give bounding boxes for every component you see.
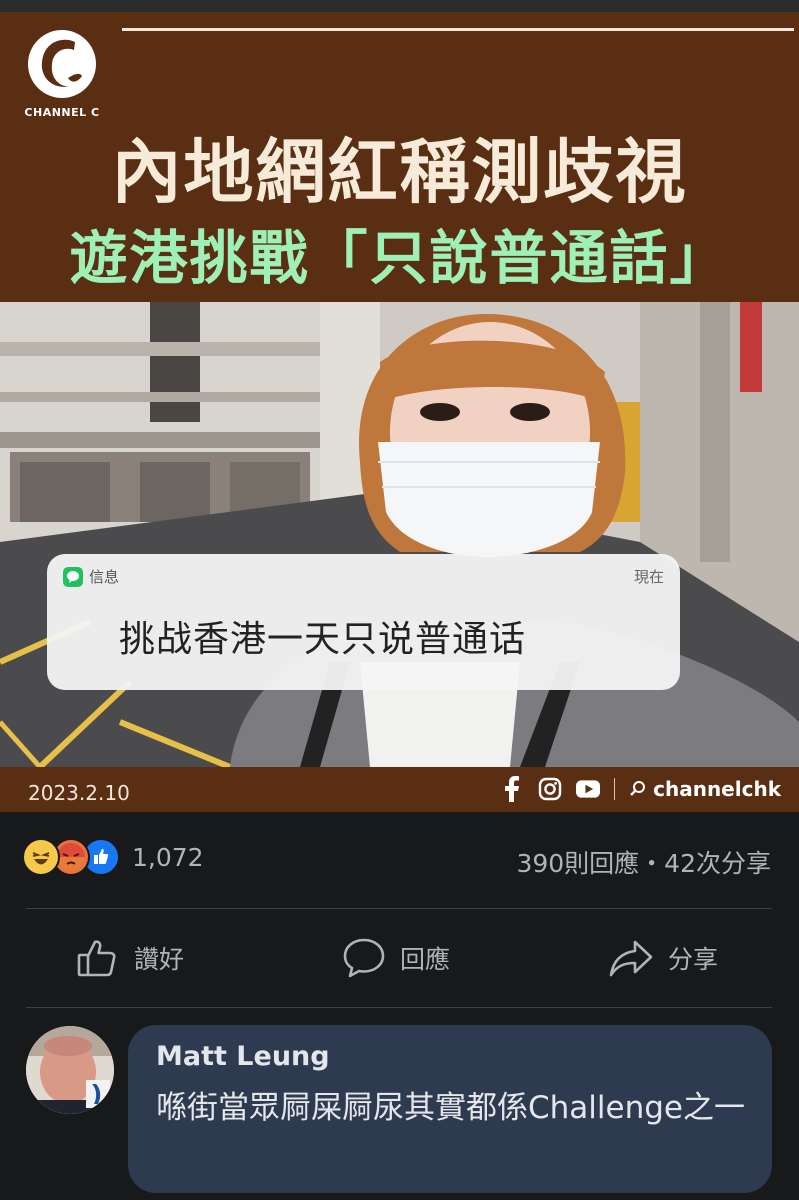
post-photo: 信息 現在 挑战香港一天只说普通话 <box>0 302 799 767</box>
avatar[interactable] <box>26 1026 114 1114</box>
commenter-avatar-photo <box>26 1026 114 1114</box>
image-footer: 2023.2.10 channelchk <box>0 767 799 812</box>
haha-reaction-icon <box>22 838 60 876</box>
reaction-count: 1,072 <box>132 842 204 872</box>
notification-message: 挑战香港一天只说普通话 <box>119 619 527 660</box>
post-image[interactable]: CHANNEL C 內地網紅稱測歧視 遊港挑戰「只說普通話」 信息 現在 挑战香… <box>0 12 799 812</box>
comment-text: 喺街當眾屙屎屙尿其實都係Challenge之一 <box>156 1090 745 1126</box>
headline-line-1: 內地網紅稱測歧視 <box>111 130 688 213</box>
street-selfie-illustration <box>0 302 799 767</box>
notification-card: 信息 現在 挑战香港一天只说普通话 <box>47 554 680 690</box>
comment-bubble: Matt Leung 喺街當眾屙屎屙尿其實都係Challenge之一 <box>128 1025 772 1193</box>
decorative-line <box>122 28 794 31</box>
comment-label: 回應 <box>400 945 451 974</box>
top-strip <box>0 0 799 12</box>
facebook-icon <box>500 776 524 802</box>
social-divider <box>614 778 616 800</box>
channel-handle: channelchk <box>629 777 781 801</box>
like-button[interactable]: 讚好 <box>76 908 184 1008</box>
channel-c-logo: CHANNEL C <box>22 28 102 120</box>
youtube-icon <box>576 777 601 801</box>
share-button[interactable]: 分享 <box>608 908 718 1008</box>
channel-c-logo-icon <box>28 30 96 98</box>
notification-app-name: 信息 <box>89 568 120 586</box>
thumbs-up-icon <box>77 940 116 977</box>
post-actions: 讚好 回應 分享 <box>0 908 799 1008</box>
share-label: 分享 <box>668 945 719 974</box>
like-label: 讚好 <box>134 945 185 974</box>
headline-line-2: 遊港挑戰「只說普通話」 <box>69 224 730 292</box>
comment-author[interactable]: Matt Leung <box>156 1041 330 1072</box>
post-date: 2023.2.10 <box>28 781 130 805</box>
comments-shares-count[interactable]: 390則回應・42次分享 <box>516 844 771 880</box>
instagram-icon <box>538 777 562 801</box>
comment-button[interactable]: 回應 <box>342 908 450 1008</box>
search-icon <box>630 781 646 796</box>
message-app-icon <box>63 566 83 587</box>
handle-text: channelchk <box>653 777 781 801</box>
share-icon <box>609 940 653 977</box>
notification-time: 現在 <box>633 568 664 586</box>
comment-icon <box>343 938 385 978</box>
social-links: channelchk <box>500 776 781 802</box>
brand-name: CHANNEL C <box>24 106 100 119</box>
divider-bottom <box>26 1007 772 1008</box>
reaction-summary[interactable]: 1,072 <box>22 838 204 876</box>
notification-app: 信息 <box>63 566 119 587</box>
